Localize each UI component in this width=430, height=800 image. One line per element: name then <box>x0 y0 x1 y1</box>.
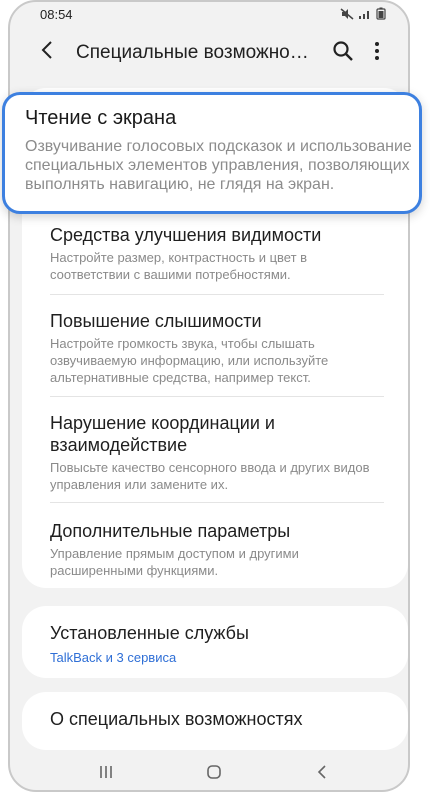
page-title: Специальные возможно… <box>76 42 309 63</box>
screen-reader-item[interactable]: Чтение с экрана Озвучивание голосовых по… <box>2 92 422 214</box>
home-icon <box>207 765 221 779</box>
mute-icon <box>340 7 354 20</box>
settings-card-installed: Установленные службы TalkBack и 3 сервис… <box>22 606 408 678</box>
item-description: Повысьте качество сенсорного ввода и дру… <box>50 460 370 492</box>
item-description: Озвучивание голосовых подсказок и исполь… <box>25 138 412 193</box>
back-nav-button[interactable] <box>316 764 328 785</box>
item-description: Настройте размер, контрастность и цвет в… <box>50 250 308 282</box>
divider <box>50 396 384 397</box>
chevron-left-icon <box>41 41 52 59</box>
installed-services-summary: TalkBack и 3 сервиса <box>50 650 177 665</box>
status-bar: 08:54 <box>10 2 408 28</box>
recent-apps-button[interactable] <box>98 764 114 785</box>
navigation-bar <box>10 754 408 790</box>
item-title: О специальных возможностях <box>50 709 303 729</box>
signal-icon <box>359 10 369 19</box>
item-title: Установленные службы <box>50 623 249 643</box>
item-title: Чтение с экрана <box>25 107 177 129</box>
list-item-hearing[interactable]: Повышение слышимости Настройте громкость… <box>50 310 380 386</box>
battery-icon <box>376 7 386 20</box>
item-title: Нарушение координации и взаимодействие <box>50 413 275 455</box>
item-title: Повышение слышимости <box>50 311 262 331</box>
search-icon <box>333 41 353 61</box>
more-options-button[interactable] <box>374 41 380 63</box>
item-title: Средства улучшения видимости <box>50 225 322 245</box>
list-item-interaction[interactable]: Нарушение координации и взаимодействие П… <box>50 412 380 493</box>
app-bar: Специальные возможно… <box>10 32 408 76</box>
status-icons <box>340 7 386 20</box>
more-vertical-icon <box>375 42 379 60</box>
item-description: Настройте громкость звука, чтобы слышать… <box>50 336 329 385</box>
search-button[interactable] <box>332 40 356 64</box>
recent-apps-icon <box>100 766 112 778</box>
item-description: Управление прямым доступом и другими рас… <box>50 546 299 578</box>
list-item-advanced[interactable]: Дополнительные параметры Управление прям… <box>50 520 380 579</box>
list-item-installed-services[interactable]: Установленные службы TalkBack и 3 сервис… <box>50 622 380 665</box>
list-item-about[interactable]: О специальных возможностях <box>50 708 380 730</box>
list-item-visibility[interactable]: Средства улучшения видимости Настройте р… <box>50 224 380 283</box>
divider <box>50 502 384 503</box>
back-nav-icon <box>317 765 326 779</box>
settings-card-about: О специальных возможностях <box>22 692 408 750</box>
back-button[interactable] <box>40 40 54 66</box>
home-button[interactable] <box>206 764 222 785</box>
status-time: 08:54 <box>40 7 73 22</box>
divider <box>50 294 384 295</box>
item-title: Дополнительные параметры <box>50 521 291 541</box>
